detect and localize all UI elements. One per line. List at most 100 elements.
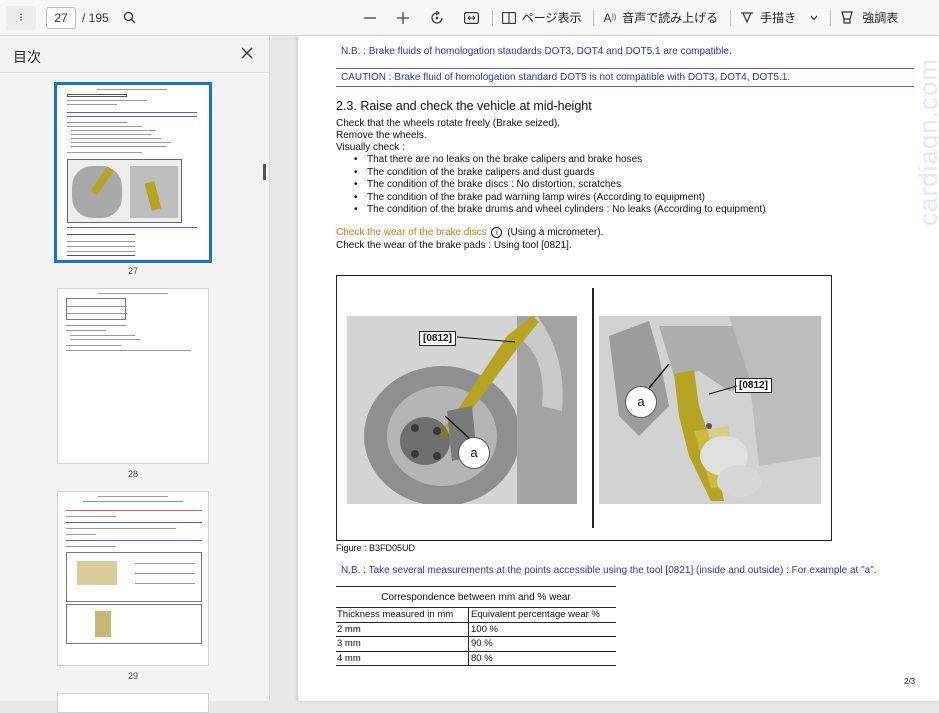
table-row: 3 mm 90 % <box>336 637 616 652</box>
table-row: 2 mm 100 % <box>336 622 616 637</box>
measure-point-label: a <box>458 437 490 469</box>
thumb-text-line <box>67 152 142 153</box>
highlight-icon[interactable] <box>840 11 854 24</box>
thumb-text-line <box>67 313 127 314</box>
thumb-text-line <box>66 345 121 346</box>
thumb-text-line <box>67 100 147 101</box>
thumb-text-line <box>67 246 135 247</box>
page-footer-number: 2/3 <box>904 677 916 686</box>
sidebar-scrollbar[interactable] <box>263 164 266 180</box>
thumb-text-line <box>67 251 135 252</box>
page-view-icon[interactable] <box>501 11 516 24</box>
thumb-text-line <box>67 126 142 127</box>
sidebar-title: 目次 <box>13 49 41 65</box>
page-view-button[interactable]: ページ表示 <box>522 9 582 26</box>
menu-icon: ⁝ <box>19 12 23 24</box>
body-text: Check the wear of the brake pads : Using… <box>336 240 572 251</box>
thumb-text-line <box>67 94 127 97</box>
page-thumbnail-27[interactable] <box>54 82 212 263</box>
search-icon[interactable] <box>123 11 136 24</box>
thumb-text-line <box>67 104 117 105</box>
table-header: Equivalent percentage wear % <box>471 609 600 620</box>
note-measurements: N.B. : Take several measurements at the … <box>341 565 877 576</box>
highlight-button[interactable]: 強調表 <box>862 9 898 26</box>
thumb-text-line <box>70 335 135 336</box>
thumb-tool-table <box>66 552 202 602</box>
thumb-tool-photo <box>77 561 117 585</box>
toolbar-separator <box>730 9 732 26</box>
table-title: Correspondence between mm and % wear <box>336 586 616 608</box>
draw-icon[interactable] <box>740 11 754 24</box>
table-cell: 2 mm <box>336 622 469 636</box>
thumb-text-line <box>83 501 183 502</box>
close-icon[interactable] <box>240 46 254 60</box>
thumb-text-line <box>98 496 168 497</box>
thumb-text-line <box>71 142 171 143</box>
thumb-text-line <box>66 522 202 523</box>
table-header-row: Thickness measured in mm Equivalent perc… <box>336 608 616 623</box>
figure-caption: Figure : B3FD05UD <box>336 543 416 553</box>
thumb-text-line <box>98 293 168 294</box>
draw-button[interactable]: 手描き <box>760 9 796 26</box>
toc-sidebar: 目次 27 28 29 <box>0 36 270 713</box>
list-item: The condition of the brake calipers and … <box>354 167 766 180</box>
list-item: The condition of the brake pad warning l… <box>354 192 766 205</box>
thumb-text-line <box>66 350 191 351</box>
toolbar: ⁝ 27 / 195 ページ表示 A)) 音声で読み上げる 手描き 強調表 <box>0 0 939 36</box>
page-thumbnail-label: 29 <box>127 671 138 681</box>
zoom-out-icon[interactable] <box>363 12 376 24</box>
disc-wear-line: Check the wear of the brake discs i (Usi… <box>336 227 603 238</box>
page-thumbnail-label: 28 <box>127 469 138 479</box>
page-thumbnail-29[interactable] <box>57 491 209 666</box>
thumb-text-line <box>71 138 161 139</box>
thumb-table <box>67 234 135 256</box>
thumb-table <box>66 298 127 320</box>
thumb-text-line <box>67 112 197 113</box>
page-thumbnail-28[interactable] <box>57 288 209 464</box>
page-thumbnail-label: 27 <box>127 266 138 276</box>
read-aloud-button[interactable]: 音声で読み上げる <box>622 9 718 26</box>
thumb-text-line <box>135 563 195 564</box>
brake-figure: [0812] a [0812] a <box>336 275 832 541</box>
table-header: Thickness measured in mm <box>336 608 469 622</box>
note-brake-fluid: N.B. : Brake fluids of homologation stan… <box>341 46 732 57</box>
thumb-text-line <box>67 306 127 307</box>
measure-point-label: a <box>625 386 657 418</box>
disc-photo <box>347 316 577 504</box>
thumb-text-line <box>66 534 96 535</box>
fit-width-icon[interactable] <box>463 11 479 24</box>
disc-wear-link[interactable]: Check the wear of the brake discs <box>336 227 487 238</box>
list-item: The condition of the brake discs : No di… <box>354 179 766 192</box>
thumb-text-line <box>135 573 195 574</box>
thumb-text-line <box>67 241 135 242</box>
callout-leader <box>709 385 738 395</box>
zoom-in-icon[interactable] <box>396 11 409 24</box>
info-icon: i <box>491 227 503 238</box>
rotate-icon[interactable] <box>430 10 444 25</box>
page-number-input[interactable]: 27 <box>46 6 76 29</box>
table-row: 4 mm 80 % <box>336 651 616 666</box>
thumb-text-line <box>70 339 140 340</box>
thumb-tool-table <box>66 604 202 644</box>
sidebar-toggle-button[interactable]: ⁝ <box>6 5 36 30</box>
section-heading: 2.3. Raise and check the vehicle at mid-… <box>336 99 592 113</box>
thumb-text-line <box>71 146 166 147</box>
toolbar-separator <box>491 9 493 26</box>
callout-leader <box>457 336 516 343</box>
thumb-text-line <box>97 89 167 90</box>
thumb-tool-photo <box>95 611 111 637</box>
chevron-down-icon[interactable] <box>810 15 818 21</box>
toolbar-separator <box>830 9 832 26</box>
thumb-figure <box>67 159 182 223</box>
body-text: Check that the wheels rotate freely (Bra… <box>336 118 560 129</box>
thumb-text-line <box>135 583 195 584</box>
thumb-text-line <box>67 227 197 228</box>
read-aloud-icon[interactable]: A)) <box>603 11 616 25</box>
body-text: Remove the wheels. <box>336 130 427 141</box>
page-thumbnail-30[interactable] <box>57 693 209 713</box>
caution-text: CAUTION : Brake fluid of homologation st… <box>341 72 791 83</box>
measure-point-leader <box>649 364 670 389</box>
table-cell: 3 mm <box>336 637 469 651</box>
caution-box: CAUTION : Brake fluid of homologation st… <box>336 68 914 87</box>
thumb-text-line <box>66 330 106 331</box>
